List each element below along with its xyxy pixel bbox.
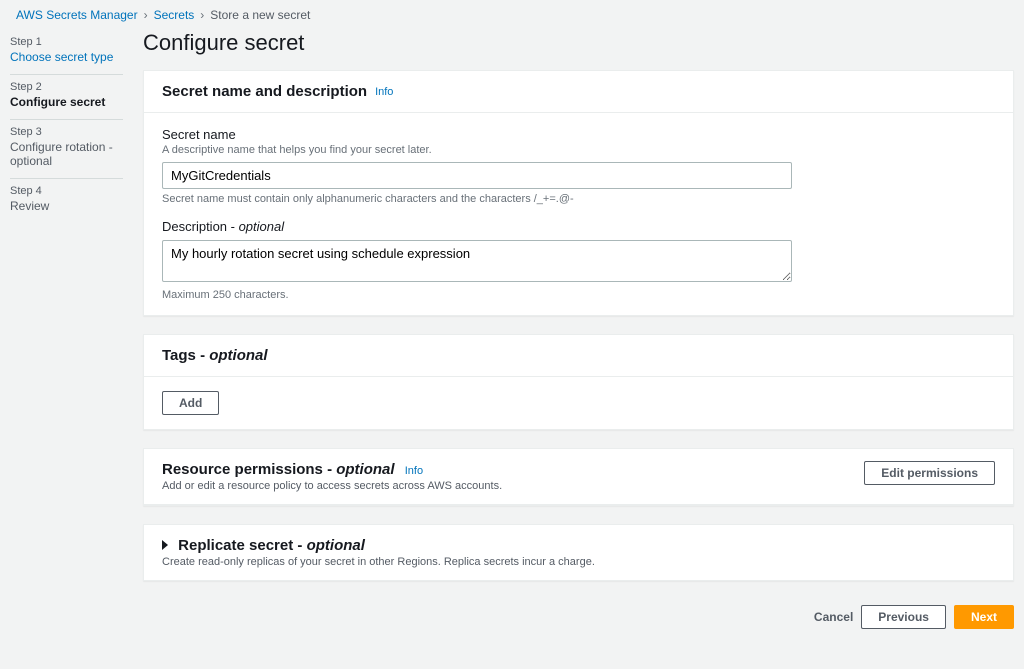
panel-heading: Tags - optional — [162, 347, 268, 364]
secret-name-label: Secret name — [162, 127, 995, 142]
step-choose-secret-type[interactable]: Choose secret type — [10, 50, 123, 64]
previous-button[interactable]: Previous — [861, 605, 946, 629]
footer-actions: Cancel Previous Next — [143, 599, 1014, 649]
chevron-right-icon: › — [144, 8, 148, 22]
step-number: Step 3 — [10, 126, 123, 138]
secret-name-constraint: Secret name must contain only alphanumer… — [162, 193, 995, 205]
description-input[interactable] — [162, 240, 792, 282]
wizard-steps: Step 1 Choose secret type Step 2 Configu… — [10, 30, 143, 649]
breadcrumb-current: Store a new secret — [210, 8, 310, 22]
step-number: Step 4 — [10, 185, 123, 197]
next-button[interactable]: Next — [954, 605, 1014, 629]
description-label: Description - optional — [162, 219, 995, 234]
replicate-toggle[interactable]: Replicate secret - optional — [162, 537, 365, 554]
panel-tags: Tags - optional Add — [143, 334, 1014, 430]
panel-heading: Secret name and description — [162, 83, 367, 100]
breadcrumb-root[interactable]: AWS Secrets Manager — [16, 8, 138, 22]
step-number: Step 1 — [10, 36, 123, 48]
permissions-sub: Add or edit a resource policy to access … — [162, 480, 502, 492]
step-review: Review — [10, 199, 123, 213]
cancel-button[interactable]: Cancel — [814, 610, 853, 624]
secret-name-input[interactable] — [162, 162, 792, 189]
secret-name-hint: A descriptive name that helps you find y… — [162, 144, 995, 156]
breadcrumb-secrets[interactable]: Secrets — [154, 8, 195, 22]
step-number: Step 2 — [10, 81, 123, 93]
replicate-sub: Create read-only replicas of your secret… — [162, 556, 595, 568]
step-configure-rotation: Configure rotation - optional — [10, 140, 123, 168]
caret-right-icon — [162, 540, 168, 550]
description-constraint: Maximum 250 characters. — [162, 289, 995, 301]
panel-name-description: Secret name and description Info Secret … — [143, 70, 1014, 316]
add-tag-button[interactable]: Add — [162, 391, 219, 415]
panel-permissions: Resource permissions - optional Info Add… — [143, 448, 1014, 506]
panel-replicate: Replicate secret - optional Create read-… — [143, 524, 1014, 581]
info-link[interactable]: Info — [375, 86, 393, 98]
chevron-right-icon: › — [200, 8, 204, 22]
step-configure-secret: Configure secret — [10, 95, 123, 109]
page-title: Configure secret — [143, 30, 1014, 56]
edit-permissions-button[interactable]: Edit permissions — [864, 461, 995, 485]
info-link[interactable]: Info — [405, 465, 423, 477]
panel-heading: Resource permissions - optional — [162, 461, 399, 478]
breadcrumb: AWS Secrets Manager › Secrets › Store a … — [0, 0, 1024, 30]
